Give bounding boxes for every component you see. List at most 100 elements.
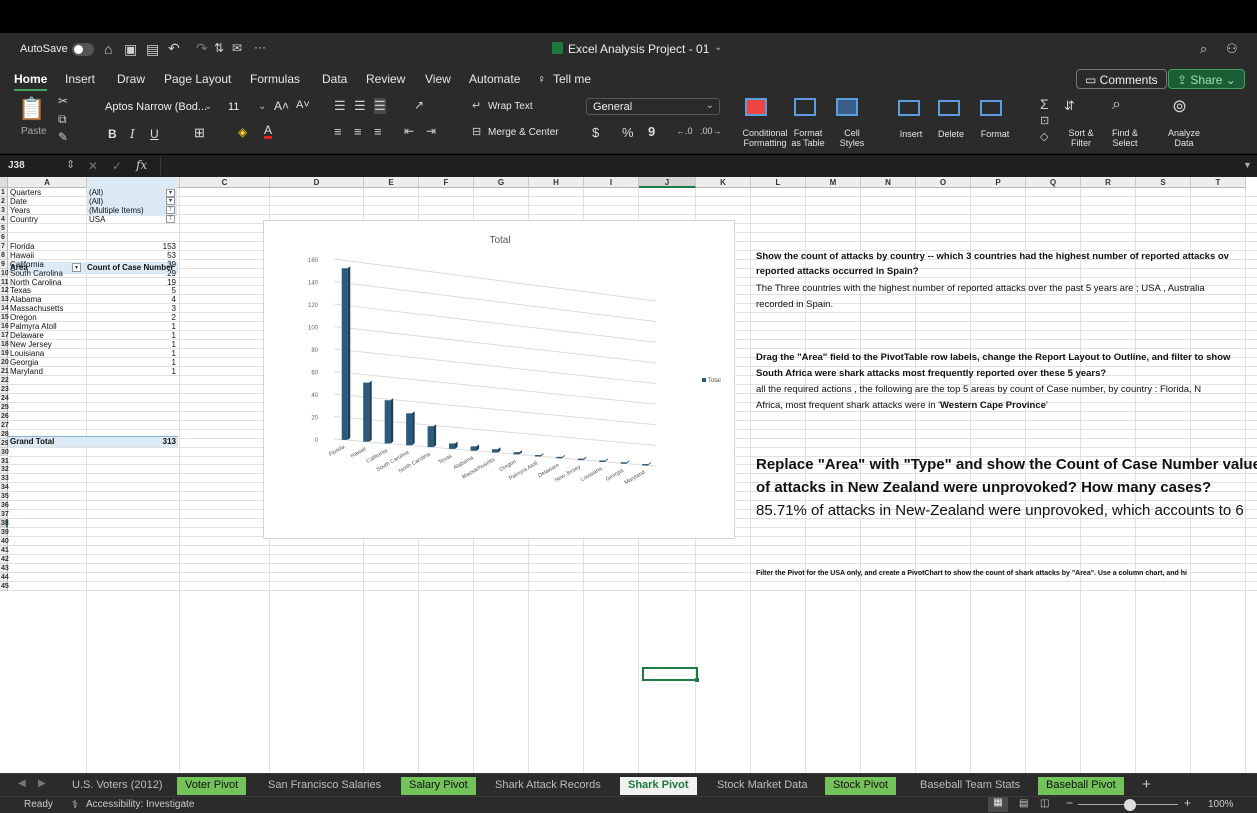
bold-icon[interactable]: B — [108, 127, 117, 141]
row-header[interactable]: 39 — [0, 528, 9, 538]
row-header[interactable]: 32 — [0, 465, 9, 475]
filter-dropdown-button[interactable]: ⊤ — [166, 206, 175, 215]
tab-insert[interactable]: Insert — [65, 72, 95, 86]
row-header[interactable]: 10 — [0, 268, 9, 278]
account-icon[interactable]: ⚇ — [1226, 41, 1238, 57]
row-header[interactable]: 40 — [0, 537, 9, 546]
row-header[interactable]: 34 — [0, 483, 9, 493]
enter-icon[interactable]: ✓ — [112, 159, 122, 173]
percent-button[interactable]: % — [622, 125, 634, 140]
filter-dropdown-button[interactable]: ▾ — [166, 197, 175, 206]
insert-cells-button[interactable]: Insert — [896, 129, 926, 139]
row-header[interactable]: 25 — [0, 402, 9, 412]
increase-indent-icon[interactable]: ⇥ — [426, 124, 436, 138]
delete-cells-button[interactable]: Delete — [936, 129, 966, 139]
save-as-icon[interactable]: ▤ — [146, 41, 159, 58]
row-header[interactable]: 36 — [0, 501, 9, 511]
tab-tell-me[interactable]: Tell me — [553, 72, 591, 86]
align-center-icon[interactable]: ≡ — [354, 124, 362, 139]
row-header[interactable]: 3 — [0, 205, 8, 215]
column-header[interactable]: S — [1136, 177, 1191, 188]
comma-button[interactable]: 9 — [648, 124, 655, 139]
row-header[interactable]: 15 — [0, 313, 9, 323]
tab-page-layout[interactable]: Page Layout — [164, 72, 231, 86]
align-bottom-icon[interactable]: ☰ — [374, 98, 386, 114]
decrease-font-icon[interactable]: A˅ — [296, 99, 310, 111]
name-box[interactable]: J38 — [8, 160, 25, 171]
row-header[interactable]: 37 — [0, 510, 9, 520]
row-header[interactable]: 18 — [0, 340, 9, 350]
save-icon[interactable]: ▣ — [124, 41, 137, 58]
sheet-tab-shark-records[interactable]: Shark Attack Records — [487, 777, 609, 795]
row-header[interactable]: 1 — [0, 188, 8, 197]
column-header[interactable]: A — [8, 177, 87, 188]
page-break-view-icon[interactable]: ◫ — [1040, 798, 1049, 809]
cut-icon[interactable]: ✂ — [58, 94, 68, 108]
sheet-tab-shark-pivot[interactable]: Shark Pivot — [620, 777, 697, 795]
column-header[interactable]: G — [474, 177, 529, 188]
worksheet-grid[interactable]: ABCDEFGHIJKLMNOPQRST 1234567891011121314… — [0, 177, 1257, 773]
filter-dropdown-button[interactable]: ⊤ — [166, 215, 175, 224]
borders-icon[interactable]: ⊞ — [194, 125, 205, 141]
column-header[interactable]: O — [916, 177, 971, 188]
sheet-tab-stock-pivot[interactable]: Stock Pivot — [825, 777, 897, 795]
row-header[interactable]: 24 — [0, 393, 9, 403]
undo-icon[interactable]: ↶ — [168, 40, 180, 57]
column-header[interactable]: C — [180, 177, 270, 188]
column-header[interactable]: Q — [1026, 177, 1081, 188]
column-header[interactable]: D — [270, 177, 364, 188]
align-left-icon[interactable]: ≡ — [334, 124, 342, 139]
add-sheet-icon[interactable]: + — [1142, 776, 1151, 793]
row-header[interactable]: 45 — [0, 581, 9, 591]
font-color-icon[interactable]: A — [264, 124, 273, 139]
zoom-in-icon[interactable]: + — [1184, 796, 1191, 810]
italic-icon[interactable]: I — [130, 127, 135, 141]
column-header[interactable]: F — [419, 177, 474, 188]
row-header[interactable]: 31 — [0, 456, 9, 466]
row-header[interactable]: 26 — [0, 411, 9, 421]
column-header[interactable]: E — [364, 177, 419, 188]
name-box-stepper-icon[interactable]: ⇕ — [66, 158, 75, 171]
column-header[interactable]: I — [584, 177, 639, 188]
sheet-tab-stock-data[interactable]: Stock Market Data — [709, 777, 815, 795]
decrease-indent-icon[interactable]: ⇤ — [404, 124, 414, 138]
row-header[interactable]: 21 — [0, 367, 9, 376]
area-filter-button[interactable]: ▾ — [72, 263, 81, 272]
column-header[interactable]: H — [529, 177, 584, 188]
title-chevron-icon[interactable]: ⌄ — [714, 42, 722, 53]
column-header[interactable]: J — [639, 177, 696, 188]
prev-sheet-icon[interactable]: ◀ — [18, 778, 26, 789]
row-header[interactable]: 42 — [0, 554, 9, 564]
row-header[interactable]: 44 — [0, 572, 9, 582]
format-as-table-button[interactable]: Format as Table — [788, 128, 828, 148]
column-header[interactable]: K — [696, 177, 751, 188]
page-layout-view-icon[interactable]: ▤ — [1019, 798, 1028, 809]
row-header[interactable]: 2 — [0, 196, 8, 206]
row-header[interactable]: 28 — [0, 429, 9, 439]
row-header[interactable]: 27 — [0, 420, 9, 430]
currency-button[interactable]: $ — [592, 125, 599, 140]
increase-font-icon[interactable]: A˄ — [274, 99, 289, 113]
tab-home[interactable]: Home — [14, 72, 48, 91]
merge-center-button[interactable]: Merge & Center — [488, 127, 559, 138]
accessibility-status[interactable]: Accessibility: Investigate — [86, 799, 194, 810]
zoom-slider-thumb[interactable] — [1124, 799, 1136, 811]
number-format-dropdown[interactable]: General ⌄ — [586, 98, 720, 115]
tab-formulas[interactable]: Formulas — [250, 72, 300, 86]
row-header[interactable]: 41 — [0, 546, 9, 555]
sheet-tab-sf-salaries[interactable]: San Francisco Salaries — [260, 777, 389, 795]
row-header[interactable]: 43 — [0, 563, 9, 573]
zoom-out-icon[interactable]: − — [1066, 796, 1073, 810]
pivot-chart[interactable]: Total 0 20 40 60 80 100 120 140 160 Florida Hawaii C… — [263, 220, 735, 539]
row-header[interactable]: 22 — [0, 375, 9, 385]
next-sheet-icon[interactable]: ▶ — [38, 778, 46, 789]
wrap-text-icon[interactable]: ↵ — [472, 99, 481, 112]
row-header[interactable]: 14 — [0, 304, 9, 314]
row-header[interactable]: 5 — [0, 223, 8, 233]
insert-function-icon[interactable]: fx — [136, 158, 147, 172]
tab-draw[interactable]: Draw — [117, 72, 145, 86]
more-icon[interactable]: ··· — [254, 40, 266, 54]
paste-icon[interactable]: 📋 — [18, 96, 45, 122]
row-header[interactable]: 9 — [0, 259, 8, 269]
sheet-tab-baseball-pivot[interactable]: Baseball Pivot — [1038, 777, 1124, 795]
